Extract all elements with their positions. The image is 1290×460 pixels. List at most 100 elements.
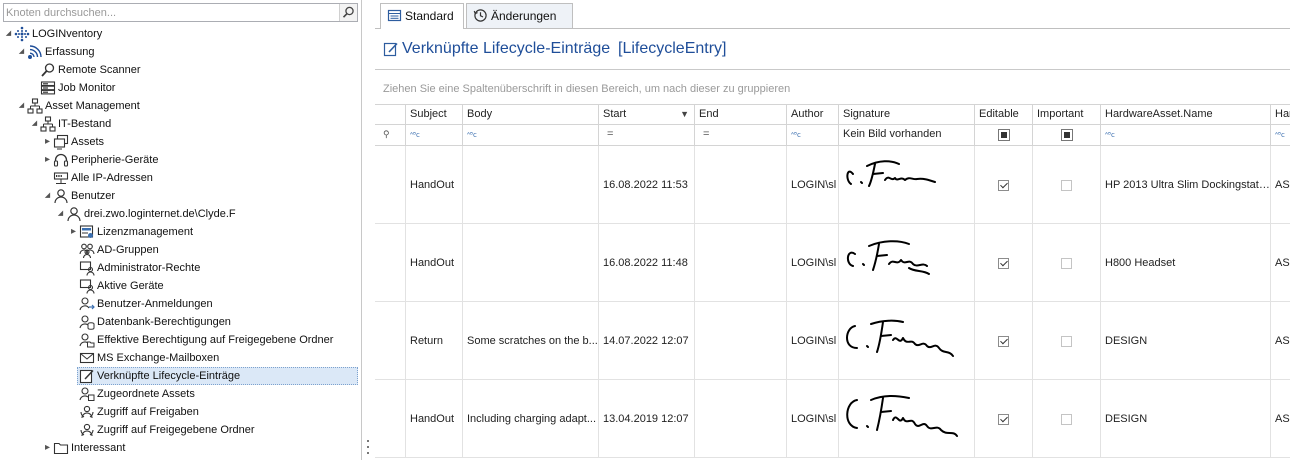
checkbox-checked[interactable] [998, 336, 1009, 347]
tree-node-lizenzmanagement[interactable]: ▸ Lizenzmanagement [0, 223, 358, 241]
cell-signature[interactable] [839, 224, 975, 302]
tree-node-administrator-rechte[interactable]: Administrator-Rechte [0, 259, 358, 277]
collapse-arrow-icon[interactable]: ◢ [30, 115, 39, 133]
column-header-har[interactable]: Har [1271, 104, 1290, 125]
column-header-subject[interactable]: Subject [406, 104, 463, 125]
cell-subject[interactable]: HandOut [406, 224, 463, 302]
panel-splitter[interactable] [362, 0, 374, 460]
tree-node-loginventory[interactable]: ◢ LOGINventory [0, 25, 358, 43]
cell-signature[interactable] [839, 380, 975, 458]
collapse-arrow-icon[interactable]: ◢ [17, 97, 26, 115]
collapse-arrow-icon[interactable]: ◢ [43, 187, 52, 205]
cell-important[interactable] [1033, 380, 1101, 458]
expand-arrow-icon[interactable]: ▸ [43, 133, 52, 151]
cell-important[interactable] [1033, 146, 1101, 224]
cell-subject[interactable]: HandOut [406, 380, 463, 458]
filter-cell-asset[interactable]: ᴬᴮc [1101, 125, 1271, 146]
row-indicator-cell[interactable] [375, 224, 406, 302]
row-indicator-cell[interactable] [375, 380, 406, 458]
tree-node-peripherie-ger-te[interactable]: ▸ Peripherie-Geräte [0, 151, 358, 169]
collapse-arrow-icon[interactable]: ◢ [17, 43, 26, 61]
checkbox-unchecked[interactable] [1061, 414, 1072, 425]
tree-node-asset-management[interactable]: ◢ Asset Management [0, 97, 358, 115]
tree-node-ad-gruppen[interactable]: AD-Gruppen [0, 241, 358, 259]
tree-node-datenbank-berechtigungen[interactable]: Datenbank-Berechtigungen [0, 313, 358, 331]
cell-end[interactable] [695, 224, 787, 302]
tree-node-interessant[interactable]: ▸ Interessant [0, 439, 358, 457]
column-header-start[interactable]: Start ▼ [599, 104, 695, 125]
cell-har[interactable]: ASS [1271, 224, 1290, 302]
cell-body[interactable] [463, 146, 599, 224]
cell-editable[interactable] [975, 224, 1033, 302]
tree-node-alle-ip-adressen[interactable]: Alle IP-Adressen [0, 169, 358, 187]
cell-important[interactable] [1033, 302, 1101, 380]
cell-end[interactable] [695, 380, 787, 458]
tree-node-zugriff-auf-freigaben[interactable]: Zugriff auf Freigaben [0, 403, 358, 421]
filter-cell-har[interactable]: ᴬᴮc [1271, 125, 1290, 146]
tab-standard[interactable]: Standard [380, 3, 464, 29]
group-by-drop-area[interactable]: Ziehen Sie eine Spaltenüberschrift in di… [375, 69, 1290, 105]
cell-asset[interactable]: DESIGN [1101, 380, 1271, 458]
collapse-arrow-icon[interactable]: ◢ [4, 25, 13, 43]
cell-signature[interactable] [839, 146, 975, 224]
cell-subject[interactable]: Return [406, 302, 463, 380]
cell-signature[interactable] [839, 302, 975, 380]
search-button[interactable] [339, 4, 357, 21]
cell-editable[interactable] [975, 302, 1033, 380]
column-header-editable[interactable]: Editable [975, 104, 1033, 125]
cell-body[interactable]: Including charging adapt... [463, 380, 599, 458]
tree-node-benutzer[interactable]: ◢ Benutzer [0, 187, 358, 205]
tree-node-it-bestand[interactable]: ◢ IT-Bestand [0, 115, 358, 133]
tree-node-aktive-ger-te[interactable]: Aktive Geräte [0, 277, 358, 295]
tree-node-job-monitor[interactable]: Job Monitor [0, 79, 358, 97]
tab-aenderungen[interactable]: Änderungen [466, 3, 573, 28]
cell-important[interactable] [1033, 224, 1101, 302]
cell-asset[interactable]: H800 Headset [1101, 224, 1271, 302]
tree-node-verkn-pfte-lifecycle-eintr-ge[interactable]: Verknüpfte Lifecycle-Einträge [77, 367, 358, 385]
expand-arrow-icon[interactable]: ▸ [43, 439, 52, 457]
tree-node-benutzer-anmeldungen[interactable]: Benutzer-Anmeldungen [0, 295, 358, 313]
checkbox-unchecked[interactable] [1061, 258, 1072, 269]
cell-author[interactable]: LOGIN\sl [787, 380, 839, 458]
cell-start[interactable]: 16.08.2022 11:48 [599, 224, 695, 302]
column-header-end[interactable]: End [695, 104, 787, 125]
cell-author[interactable]: LOGIN\sl [787, 146, 839, 224]
filter-cell-editable[interactable] [975, 125, 1033, 146]
checkbox-unchecked[interactable] [1061, 180, 1072, 191]
filter-cell-important[interactable] [1033, 125, 1101, 146]
cell-har[interactable]: ASS [1271, 146, 1290, 224]
filter-checkbox-indeterminate[interactable] [1061, 129, 1073, 141]
column-header-asset[interactable]: HardwareAsset.Name [1101, 104, 1271, 125]
cell-body[interactable]: Some scratches on the b... [463, 302, 599, 380]
cell-asset[interactable]: DESIGN [1101, 302, 1271, 380]
checkbox-checked[interactable] [998, 180, 1009, 191]
column-header-author[interactable]: Author [787, 104, 839, 125]
row-indicator-cell[interactable] [375, 146, 406, 224]
cell-start[interactable]: 14.07.2022 12:07 [599, 302, 695, 380]
filter-cell-author[interactable]: ᴬᴮc [787, 125, 839, 146]
sort-descending-icon[interactable]: ▼ [680, 105, 689, 124]
cell-author[interactable]: LOGIN\sl [787, 224, 839, 302]
cell-asset[interactable]: HP 2013 Ultra Slim Dockingstation [1101, 146, 1271, 224]
filter-checkbox-indeterminate[interactable] [998, 129, 1010, 141]
tree-node-zugeordnete-assets[interactable]: Zugeordnete Assets [0, 385, 358, 403]
tree-node-effektive-berechtigung-auf-freigegebene-ordner[interactable]: Effektive Berechtigung auf Freigegebene … [0, 331, 358, 349]
cell-har[interactable]: ASS [1271, 302, 1290, 380]
filter-cell-start[interactable]: = [599, 125, 695, 146]
cell-author[interactable]: LOGIN\sl [787, 302, 839, 380]
tree-node-erfassung[interactable]: ◢ Erfassung [0, 43, 358, 61]
cell-end[interactable] [695, 146, 787, 224]
checkbox-unchecked[interactable] [1061, 336, 1072, 347]
collapse-arrow-icon[interactable]: ◢ [56, 205, 65, 223]
tree-search-input[interactable] [6, 5, 336, 20]
row-indicator-cell[interactable] [375, 302, 406, 380]
checkbox-checked[interactable] [998, 414, 1009, 425]
expand-arrow-icon[interactable]: ▸ [69, 223, 78, 241]
column-header-body[interactable]: Body [463, 104, 599, 125]
tree-search-box[interactable] [3, 3, 358, 22]
tree-node-assets[interactable]: ▸ Assets [0, 133, 358, 151]
column-header-signature[interactable]: Signature [839, 104, 975, 125]
tree-node-remote-scanner[interactable]: Remote Scanner [0, 61, 358, 79]
cell-subject[interactable]: HandOut [406, 146, 463, 224]
cell-editable[interactable] [975, 380, 1033, 458]
